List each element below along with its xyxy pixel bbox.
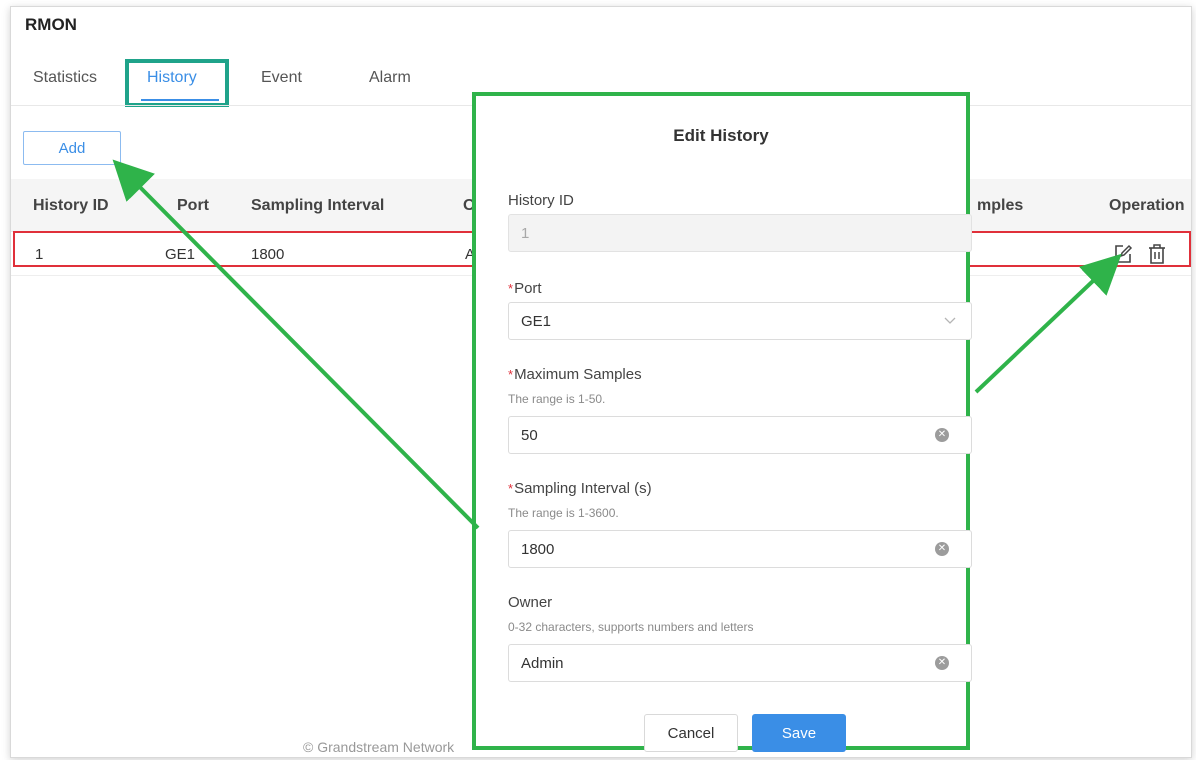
owner-hint: 0-32 characters, supports numbers and le… — [508, 620, 754, 634]
col-max-samples-partial: mples — [977, 197, 1024, 214]
max-samples-value: 50 — [521, 426, 538, 444]
port-label-text: Port — [514, 280, 542, 297]
max-samples-label-text: Maximum Samples — [514, 366, 642, 383]
sampling-interval-input[interactable]: 1800 ✕ — [508, 530, 972, 568]
history-id-field: 1 — [508, 214, 972, 252]
owner-value: Admin — [521, 654, 564, 672]
col-history-id: History ID — [33, 197, 109, 214]
sampling-interval-value: 1800 — [521, 540, 555, 558]
sampling-interval-label-text: Sampling Interval (s) — [514, 480, 652, 497]
add-button[interactable]: Add — [23, 131, 121, 165]
tab-statistics[interactable]: Statistics — [33, 69, 97, 87]
max-samples-hint: The range is 1-50. — [508, 392, 606, 406]
cancel-button[interactable]: Cancel — [644, 714, 738, 752]
page-title: RMON — [25, 15, 77, 34]
col-sampling-interval: Sampling Interval — [251, 197, 385, 214]
owner-input[interactable]: Admin ✕ — [508, 644, 972, 682]
history-tab-highlight — [125, 59, 229, 107]
save-button[interactable]: Save — [752, 714, 846, 752]
dialog-title: Edit History — [673, 126, 769, 145]
tab-alarm[interactable]: Alarm — [369, 69, 411, 87]
edit-history-dialog: Edit History History ID 1 *Port GE1 *Max… — [472, 92, 972, 752]
required-mark: * — [508, 481, 514, 496]
col-port: Port — [177, 197, 209, 214]
clear-icon[interactable]: ✕ — [935, 656, 949, 670]
tab-event[interactable]: Event — [261, 69, 302, 87]
port-value: GE1 — [521, 312, 552, 330]
clear-icon[interactable]: ✕ — [935, 428, 949, 442]
copyright-footer: © Grandstream Network — [303, 739, 455, 755]
required-mark: * — [508, 281, 514, 296]
col-operation: Operation — [1109, 197, 1185, 214]
max-samples-label: *Maximum Samples — [508, 366, 642, 383]
chevron-down-icon — [944, 317, 956, 324]
required-mark: * — [508, 367, 514, 382]
history-id-value: 1 — [521, 224, 530, 242]
sampling-interval-hint: The range is 1-3600. — [508, 506, 619, 520]
port-select[interactable]: GE1 — [508, 302, 972, 340]
max-samples-input[interactable]: 50 ✕ — [508, 416, 972, 454]
clear-icon[interactable]: ✕ — [935, 542, 949, 556]
port-label: *Port — [508, 280, 542, 297]
owner-label: Owner — [508, 594, 553, 611]
sampling-interval-label: *Sampling Interval (s) — [508, 480, 652, 497]
history-id-label: History ID — [508, 192, 574, 209]
